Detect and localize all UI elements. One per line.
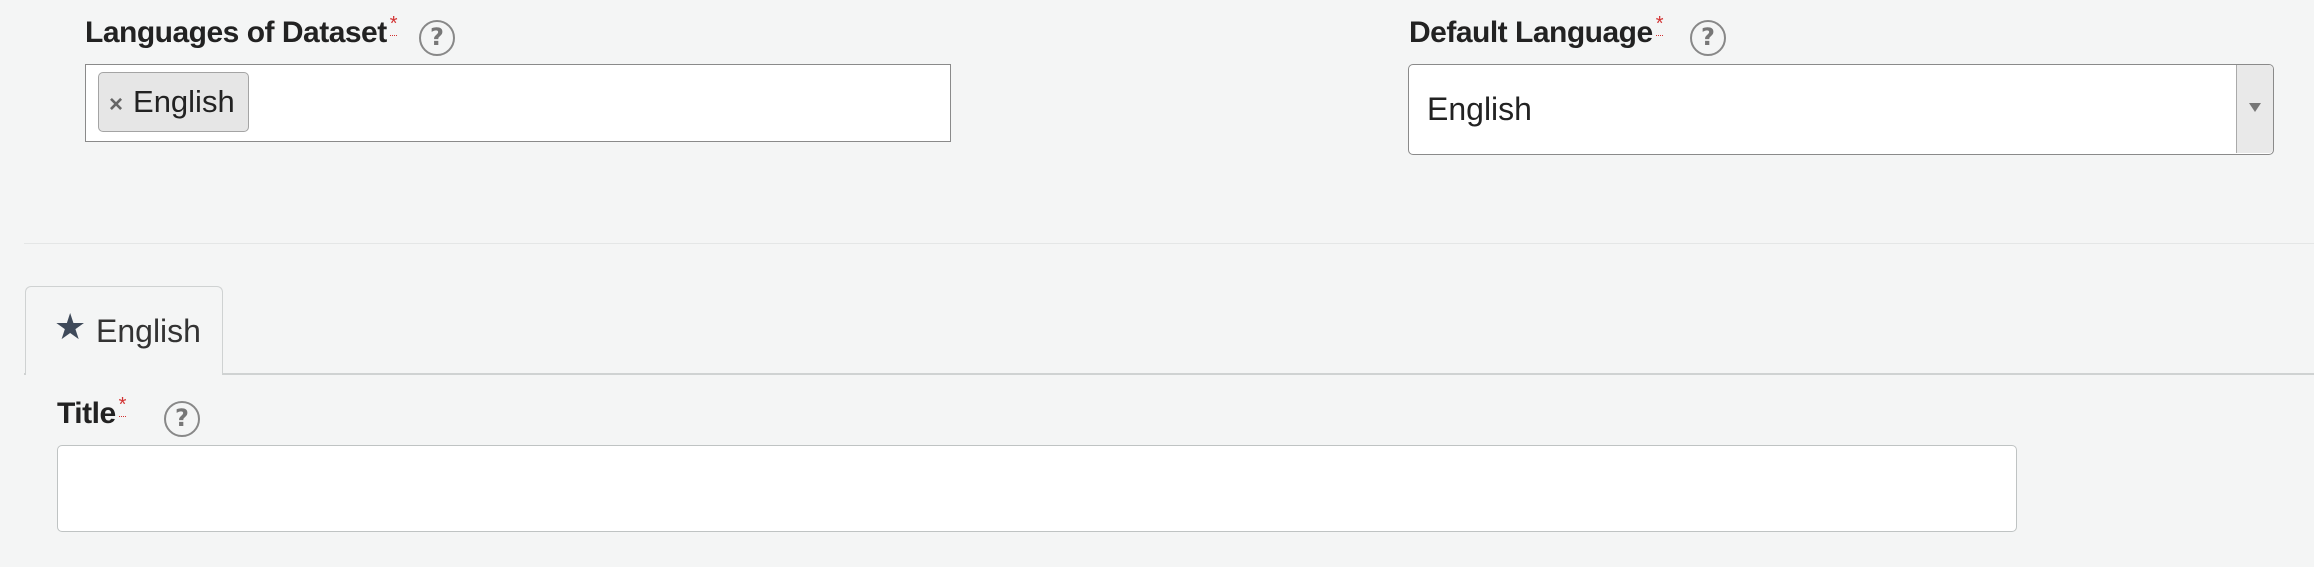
title-label: Title * (57, 394, 126, 431)
star-icon: ★ (54, 307, 87, 348)
languages-help-icon[interactable]: ? (419, 20, 455, 56)
tab-bar-border (24, 373, 2314, 375)
default-language-help-icon[interactable]: ? (1690, 20, 1726, 56)
languages-label-text: Languages of Dataset (85, 16, 387, 49)
dropdown-toggle[interactable] (2236, 65, 2273, 153)
title-label-text: Title (57, 397, 116, 430)
default-language-value: English (1427, 91, 1532, 127)
language-tag-label: English (133, 84, 235, 119)
language-tag-english: × English (98, 72, 249, 132)
default-language-label: Default Language * (1409, 13, 1664, 50)
default-language-label-text: Default Language (1409, 16, 1653, 49)
tab-label: English (96, 313, 201, 349)
required-asterisk: * (118, 394, 126, 417)
languages-of-dataset-label: Languages of Dataset * (85, 13, 398, 50)
title-help-icon[interactable]: ? (164, 401, 200, 437)
required-asterisk: * (389, 13, 398, 36)
languages-multiselect-input[interactable]: × English (85, 64, 951, 142)
section-divider (24, 243, 2314, 244)
default-language-select[interactable]: English (1408, 64, 2274, 155)
remove-tag-icon[interactable]: × (109, 76, 123, 133)
required-asterisk: * (1655, 13, 1664, 36)
title-input[interactable] (57, 445, 2017, 532)
tab-english[interactable]: ★ English (25, 286, 223, 375)
chevron-down-icon (2249, 103, 2261, 112)
